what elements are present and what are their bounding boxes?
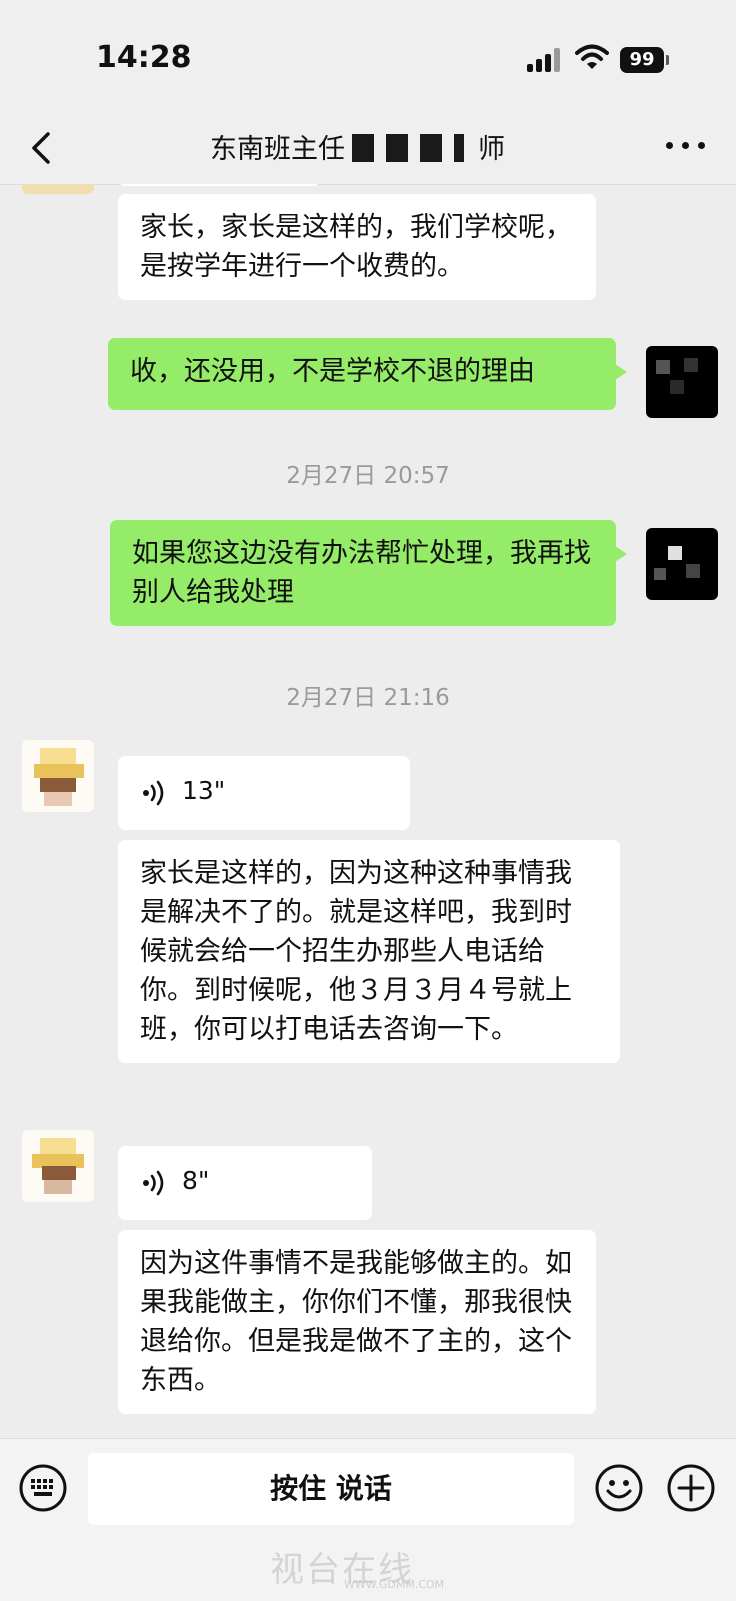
voice-duration: 13": [182, 776, 226, 805]
avatar[interactable]: [646, 346, 718, 418]
message-text: 收，还没用，不是学校不退的理由: [130, 356, 535, 387]
battery-indicator: 99: [620, 47, 669, 73]
message-bubble[interactable]: 家长是这样的，因为这种这种事情我是解决不了的。就是这样吧，我到时候就会给一个招生…: [118, 840, 620, 1063]
chat-header: 东南班主任 师: [0, 110, 736, 185]
timestamp: 2月27日 21:16: [286, 685, 450, 711]
message-text: 家长，家长是这样的，我们学校呢，是按学年进行一个收费的。: [140, 212, 572, 282]
message-text: 如果您这边没有办法帮忙处理，我再找别人给我处理: [132, 538, 591, 608]
voice-wave-icon: [143, 1170, 164, 1196]
avatar[interactable]: [646, 528, 718, 600]
avatar[interactable]: [22, 1130, 94, 1202]
keyboard-icon[interactable]: [18, 1463, 68, 1513]
voice-wave-icon: [143, 780, 164, 806]
hold-to-talk-button[interactable]: 按住 说话: [88, 1453, 574, 1525]
redacted-name: [352, 134, 464, 162]
cellular-signal-icon: [527, 48, 563, 72]
message-bubble[interactable]: 家长，家长是这样的，我们学校呢，是按学年进行一个收费的。: [118, 194, 596, 300]
more-dots-icon[interactable]: [666, 136, 706, 156]
emoji-icon[interactable]: [594, 1463, 644, 1513]
voice-duration: 8": [182, 1166, 210, 1195]
message-bubble[interactable]: 因为这件事情不是我能够做主的。如果我能做主，你你们不懂，那我很快退给你。但是我是…: [118, 1230, 596, 1414]
message-bubble[interactable]: 收，还没用，不是学校不退的理由: [108, 338, 627, 410]
watermark-url: WWW.GDMM.COM: [344, 1578, 445, 1591]
timestamp: 2月27日 20:57: [286, 463, 450, 489]
message-text: 家长是这样的，因为这种这种事情我是解决不了的。就是这样吧，我到时候就会给一个招生…: [140, 858, 572, 1045]
voice-message[interactable]: 8": [118, 1146, 372, 1220]
message-bubble[interactable]: [118, 184, 320, 186]
status-time: 14:28: [96, 40, 192, 75]
avatar[interactable]: [22, 740, 94, 812]
voice-message[interactable]: 13": [118, 756, 410, 830]
chat-title-start: 东南班主任: [210, 134, 345, 165]
message-bubble[interactable]: 如果您这边没有办法帮忙处理，我再找别人给我处理: [110, 520, 627, 626]
plus-icon[interactable]: [666, 1463, 716, 1513]
status-bar: 14:28 99: [0, 0, 736, 110]
wifi-icon: [575, 44, 609, 69]
chevron-left-icon[interactable]: [28, 128, 58, 168]
message-text: 因为这件事情不是我能够做主的。如果我能做主，你你们不懂，那我很快退给你。但是我是…: [140, 1248, 572, 1396]
chat-title-end: 师: [478, 134, 505, 165]
message-list[interactable]: 家长，家长是这样的，我们学校呢，是按学年进行一个收费的。 收，还没用，不是学校不…: [0, 184, 736, 1438]
avatar[interactable]: [22, 184, 94, 194]
